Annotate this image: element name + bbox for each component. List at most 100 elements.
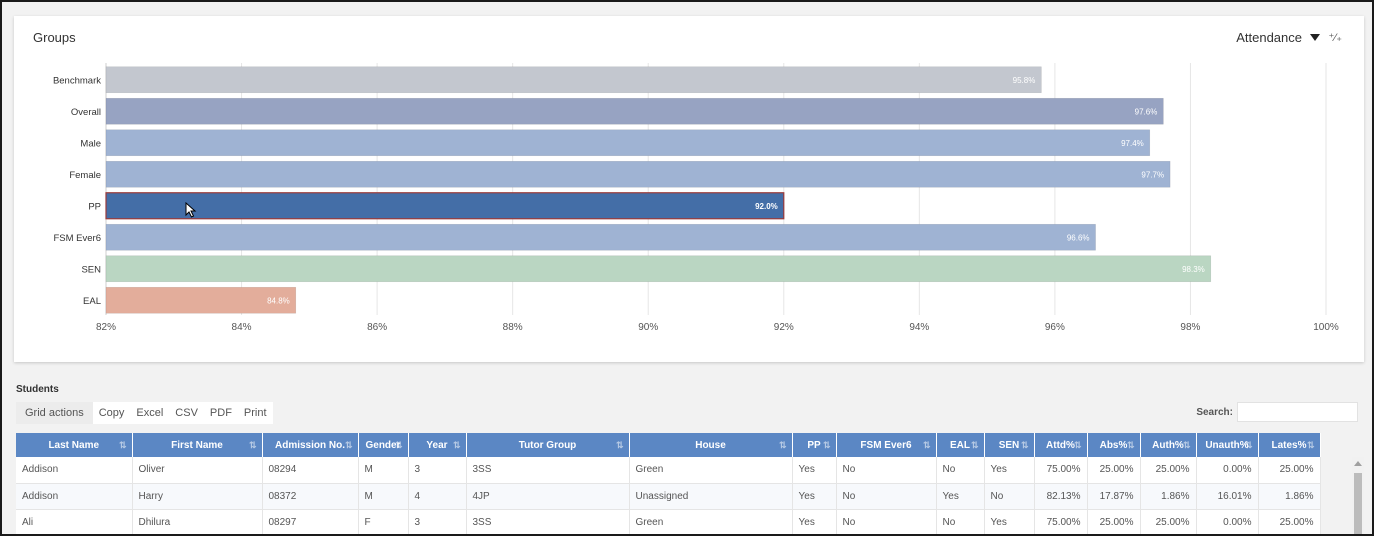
table-cell: No	[936, 509, 985, 534]
x-tick-label: 94%	[909, 322, 929, 333]
mouse-pointer-icon	[185, 202, 197, 218]
table-cell: 3	[408, 457, 467, 484]
bar-benchmark[interactable]	[105, 66, 1042, 94]
column-header-label: Unauth%	[1205, 439, 1249, 451]
bar-overall[interactable]	[105, 97, 1164, 125]
table-cell: 17.87%	[1087, 483, 1141, 510]
column-header[interactable]: Last Name ⇅	[16, 433, 133, 457]
bar-female[interactable]	[105, 160, 1171, 188]
table-cell: 25.00%	[1087, 509, 1141, 534]
column-header-label: House	[695, 439, 726, 451]
table-cell: No	[936, 457, 985, 484]
category-label: Overall	[71, 107, 101, 118]
table-cell: Yes	[936, 483, 985, 510]
table-cell: Yes	[792, 483, 837, 510]
table-cell: Harry	[132, 483, 263, 510]
category-label: EAL	[83, 296, 101, 307]
column-header[interactable]: Gender ⇅	[358, 433, 409, 457]
table-cell: 25.00%	[1087, 457, 1141, 484]
table-cell: 4	[408, 483, 467, 510]
table-cell: Unassigned	[629, 483, 793, 510]
column-header-label: Attd%	[1046, 439, 1075, 451]
copy-button[interactable]: Copy	[92, 402, 131, 424]
table-cell: 25.00%	[1140, 509, 1197, 534]
x-tick-label: 96%	[1045, 322, 1065, 333]
column-header[interactable]: First Name ⇅	[132, 433, 263, 457]
column-header[interactable]: Abs% ⇅	[1087, 433, 1141, 457]
sort-icon: ⇅	[778, 440, 787, 450]
table-cell: 1.86%	[1258, 483, 1321, 510]
column-header[interactable]: Lates% ⇅	[1258, 433, 1321, 457]
table-cell: 75.00%	[1034, 509, 1088, 534]
table-cell: 08372	[262, 483, 359, 510]
print-button[interactable]: Print	[237, 402, 273, 424]
table-scrollbar[interactable]	[1352, 457, 1364, 534]
bar-fsm-ever6[interactable]	[105, 223, 1096, 251]
table-cell: 82.13%	[1034, 483, 1088, 510]
table-row[interactable]: Ali Dhilura 08297 F 3 3SS Green Yes No No Yes 75.00…	[16, 509, 1321, 534]
column-header[interactable]: FSM Ever6 ⇅	[836, 433, 937, 457]
table-cell: M	[358, 457, 409, 484]
sort-ascending-icon: ⇅	[118, 440, 127, 450]
sort-icon: ⇅	[1073, 440, 1082, 450]
sort-icon: ⇅	[822, 440, 831, 450]
table-cell: 75.00%	[1034, 457, 1088, 484]
table-cell: 08294	[262, 457, 359, 484]
sort-icon: ⇅	[1126, 440, 1135, 450]
column-header[interactable]: Year ⇅	[408, 433, 467, 457]
category-label: Male	[80, 138, 101, 149]
column-header[interactable]: SEN ⇅	[984, 433, 1035, 457]
column-header[interactable]: Unauth% ⇅	[1196, 433, 1259, 457]
students-title: Students	[16, 384, 59, 395]
table-cell: Oliver	[132, 457, 263, 484]
column-header[interactable]: Admission No. ⇅	[262, 433, 359, 457]
column-header[interactable]: Tutor Group ⇅	[466, 433, 630, 457]
table-cell: No	[836, 483, 937, 510]
table-cell: No	[836, 509, 937, 534]
sort-icon: ⇅	[1306, 440, 1315, 450]
table-cell: M	[358, 483, 409, 510]
bar-sen[interactable]	[105, 255, 1212, 283]
scrollbar-thumb[interactable]	[1354, 473, 1362, 534]
column-header[interactable]: PP ⇅	[792, 433, 837, 457]
csv-button[interactable]: CSV	[169, 402, 204, 424]
x-tick-label: 98%	[1180, 322, 1200, 333]
column-header[interactable]: House ⇅	[629, 433, 793, 457]
students-table: Last Name ⇅ First Name ⇅ Admission No. ⇅ Gende…	[16, 433, 1321, 534]
search-input[interactable]	[1237, 402, 1358, 422]
table-cell: 08297	[262, 509, 359, 534]
column-header[interactable]: Attd% ⇅	[1034, 433, 1088, 457]
table-cell: Yes	[984, 509, 1035, 534]
table-row[interactable]: Addison Harry 08372 M 4 4JP Unassigned Yes No Yes…	[16, 483, 1321, 510]
sort-icon: ⇅	[394, 440, 403, 450]
table-cell: No	[836, 457, 937, 484]
column-header-label: Lates%	[1271, 439, 1307, 451]
data-label: 97.6%	[1135, 107, 1158, 116]
table-row[interactable]: Addison Oliver 08294 M 3 3SS Green Yes No No Yes 75…	[16, 457, 1321, 484]
table-cell: Yes	[792, 509, 837, 534]
groups-bar-chart: 82% 84% 86% 88% 90% 92% 94% 96% 98% 100% Benchmark…	[53, 63, 1339, 333]
category-label: FSM Ever6	[53, 233, 101, 244]
data-label: 84.8%	[267, 296, 290, 305]
data-label: 92.0%	[755, 202, 778, 211]
table-cell: Addison	[16, 457, 133, 484]
bar-pp[interactable]	[105, 192, 785, 220]
scroll-up-icon[interactable]	[1354, 461, 1362, 466]
excel-button[interactable]: Excel	[130, 402, 170, 424]
data-label: 98.3%	[1182, 265, 1205, 274]
category-label: Female	[69, 170, 101, 181]
column-header[interactable]: Auth% ⇅	[1140, 433, 1197, 457]
category-label: PP	[88, 201, 101, 212]
column-header-label: Admission No.	[274, 439, 345, 451]
column-header-label: SEN	[998, 439, 1020, 451]
column-header-label: Abs%	[1099, 439, 1128, 451]
column-header[interactable]: EAL ⇅	[936, 433, 985, 457]
table-cell: 3SS	[466, 509, 630, 534]
table-cell: Green	[629, 509, 793, 534]
grid-actions-toolbar: Grid actions Copy Excel CSV PDF Print	[16, 402, 273, 424]
data-label: 97.4%	[1121, 139, 1144, 148]
bar-male[interactable]	[105, 129, 1151, 157]
pdf-button[interactable]: PDF	[203, 402, 238, 424]
data-label: 95.8%	[1013, 76, 1036, 85]
column-header-label: Year	[426, 439, 448, 451]
